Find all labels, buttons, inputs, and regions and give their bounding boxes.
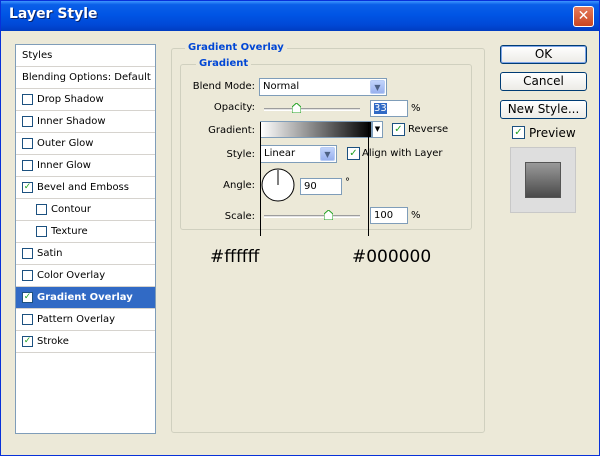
style-item-contour[interactable]: Contour [16, 199, 155, 221]
scale-unit: % [411, 210, 421, 221]
annotation-line-right [368, 122, 369, 236]
annotation-white-hex: #ffffff [210, 247, 260, 267]
gradient-group-title: Gradient [196, 58, 252, 69]
style-item-label: Satin [37, 248, 63, 259]
style-select[interactable]: Linear ▼ [260, 145, 337, 163]
blending-options-label: Blending Options: Default [22, 72, 151, 83]
align-with-layer-checkbox[interactable]: ✓ [347, 147, 360, 160]
style-item-color-overlay[interactable]: Color Overlay [16, 265, 155, 287]
style-label: Style: [226, 149, 256, 160]
style-item-label: Drop Shadow [37, 94, 104, 105]
gradient-picker[interactable] [260, 121, 372, 138]
checkmark-icon: ✓ [349, 148, 358, 159]
blend-mode-label: Blend Mode: [192, 81, 255, 92]
ok-button[interactable]: OK [500, 45, 587, 64]
style-checkbox[interactable]: ✓ [22, 182, 33, 193]
scale-input[interactable]: 100 [370, 207, 408, 224]
style-item-satin[interactable]: Satin [16, 243, 155, 265]
blend-mode-value: Normal [263, 81, 300, 92]
angle-input[interactable]: 90 [300, 178, 342, 195]
chevron-down-icon: ▼ [374, 125, 381, 133]
style-checkbox[interactable] [22, 116, 33, 127]
reverse-label: Reverse [408, 124, 449, 135]
preview-label: Preview [529, 126, 576, 140]
style-checkbox[interactable] [22, 138, 33, 149]
window-title: Layer Style [9, 6, 98, 22]
style-item-label: Color Overlay [37, 270, 106, 281]
opacity-value: 33 [374, 103, 387, 114]
style-item-label: Stroke [37, 336, 69, 347]
blending-options-item[interactable]: Blending Options: Default [16, 67, 155, 89]
styles-list: Styles Blending Options: Default Drop Sh… [15, 44, 156, 434]
preview-checkbox[interactable]: ✓ [512, 126, 525, 139]
checkmark-icon: ✓ [23, 292, 32, 302]
style-checkbox[interactable] [22, 248, 33, 259]
checkmark-icon: ✓ [514, 127, 523, 138]
scale-value: 100 [374, 210, 394, 221]
opacity-input[interactable]: 33 [370, 100, 408, 117]
style-item-label: Outer Glow [37, 138, 94, 149]
style-item-label: Inner Shadow [37, 116, 106, 127]
style-checkbox[interactable]: ✓ [22, 292, 33, 303]
style-checkbox[interactable] [22, 314, 33, 325]
scale-slider[interactable] [264, 215, 360, 218]
opacity-unit: % [411, 103, 421, 114]
style-item-label: Contour [51, 204, 91, 215]
style-checkbox[interactable] [36, 226, 47, 237]
scale-slider-thumb[interactable] [324, 210, 334, 220]
align-with-layer-label: Align with Layer [362, 148, 443, 159]
gradient-dropdown-button[interactable]: ▼ [372, 121, 383, 138]
new-style-button[interactable]: New Style... [500, 100, 587, 119]
preview-swatch [525, 162, 561, 198]
gradient-overlay-title: Gradient Overlay [185, 42, 287, 53]
blend-mode-select[interactable]: Normal ▼ [259, 78, 387, 96]
opacity-slider-thumb[interactable] [291, 103, 301, 113]
style-checkbox[interactable] [22, 270, 33, 281]
gradient-label: Gradient: [208, 125, 255, 136]
styles-header-item[interactable]: Styles [16, 45, 155, 67]
chevron-down-icon: ▼ [370, 80, 385, 94]
angle-value: 90 [304, 181, 317, 192]
close-button[interactable]: ✕ [573, 6, 594, 27]
style-checkbox[interactable] [36, 204, 47, 215]
style-item-label: Texture [51, 226, 88, 237]
reverse-checkbox[interactable]: ✓ [392, 123, 405, 136]
preview-area [510, 147, 576, 213]
style-item-label: Inner Glow [37, 160, 91, 171]
style-item-texture[interactable]: Texture [16, 221, 155, 243]
opacity-slider[interactable] [264, 108, 360, 111]
styles-header-label: Styles [22, 50, 53, 61]
annotation-line-left [260, 122, 261, 236]
dialog-content: Styles Blending Options: Default Drop Sh… [3, 31, 599, 455]
angle-dial[interactable] [260, 167, 296, 203]
checkmark-icon: ✓ [23, 336, 32, 346]
style-item-inner-glow[interactable]: Inner Glow [16, 155, 155, 177]
style-item-gradient-overlay[interactable]: ✓ Gradient Overlay [16, 287, 155, 309]
style-checkbox[interactable] [22, 160, 33, 171]
opacity-label: Opacity: [213, 102, 255, 113]
style-checkbox[interactable]: ✓ [22, 336, 33, 347]
scale-label: Scale: [224, 211, 255, 222]
cancel-button[interactable]: Cancel [500, 72, 587, 91]
chevron-down-icon: ▼ [320, 147, 335, 161]
layer-style-dialog: Layer Style ✕ Styles Blending Options: D… [0, 0, 600, 456]
annotation-black-hex: #000000 [352, 247, 432, 267]
close-icon: ✕ [577, 8, 590, 24]
style-item-label: Pattern Overlay [37, 314, 116, 325]
angle-unit: ° [345, 177, 350, 188]
style-item-inner-shadow[interactable]: Inner Shadow [16, 111, 155, 133]
style-item-pattern-overlay[interactable]: Pattern Overlay [16, 309, 155, 331]
checkmark-icon: ✓ [23, 182, 32, 192]
style-item-drop-shadow[interactable]: Drop Shadow [16, 89, 155, 111]
angle-label: Angle: [223, 180, 255, 191]
style-checkbox[interactable] [22, 94, 33, 105]
title-bar[interactable]: Layer Style ✕ [1, 1, 599, 31]
style-value: Linear [264, 148, 296, 159]
style-item-bevel-and-emboss[interactable]: ✓ Bevel and Emboss [16, 177, 155, 199]
style-item-stroke[interactable]: ✓ Stroke [16, 331, 155, 353]
style-item-label: Gradient Overlay [37, 292, 133, 303]
style-item-outer-glow[interactable]: Outer Glow [16, 133, 155, 155]
style-item-label: Bevel and Emboss [37, 182, 129, 193]
checkmark-icon: ✓ [394, 124, 403, 135]
